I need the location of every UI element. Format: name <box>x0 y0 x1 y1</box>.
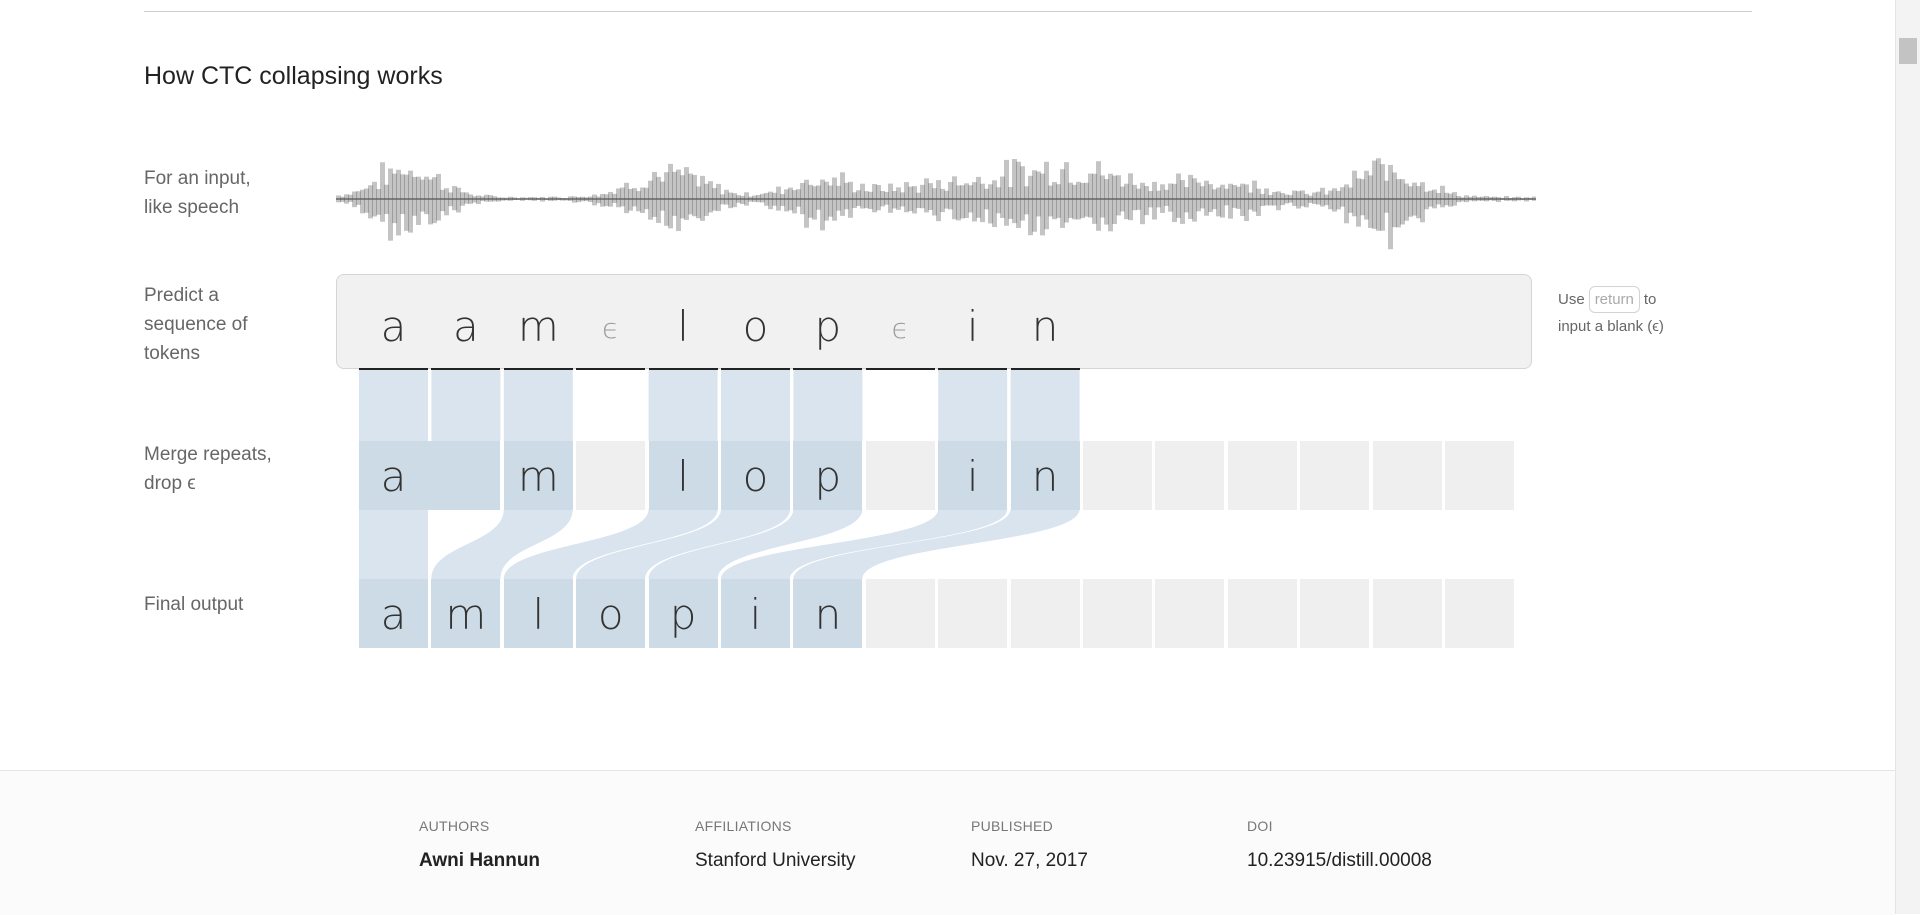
output-cell <box>1083 579 1152 648</box>
merged-token: i <box>966 452 979 501</box>
input-token: a <box>453 302 479 351</box>
doi-block: DOI 10.23915/distill.00008 <box>1247 818 1432 872</box>
author-name[interactable]: Awni Hannun <box>419 850 540 872</box>
output-token: p <box>669 590 697 639</box>
token-underline <box>793 368 863 370</box>
token-underline <box>938 368 1008 370</box>
token-to-merge-flow <box>431 370 501 441</box>
output-cell <box>865 579 935 648</box>
published-date: Nov. 27, 2017 <box>971 850 1088 871</box>
output-token: a <box>380 590 407 639</box>
published-label: PUBLISHED <box>971 818 1054 834</box>
merged-token: o <box>742 452 769 501</box>
token-underline <box>359 368 428 370</box>
article-footer <box>0 770 1895 915</box>
output-cell <box>1300 579 1370 648</box>
authors-block: AUTHORS Awni Hannun <box>419 818 540 872</box>
published-block: PUBLISHED Nov. 27, 2017 <box>971 818 1088 872</box>
output-token: n <box>814 590 842 639</box>
output-token: l <box>532 590 545 639</box>
output-cell <box>1155 579 1225 648</box>
input-token: m <box>517 302 559 351</box>
output-cell <box>1227 579 1297 648</box>
input-token: p <box>814 302 842 351</box>
token-to-merge-flow <box>793 370 863 441</box>
merged-token: n <box>1031 452 1059 501</box>
merged-cell <box>1372 441 1442 510</box>
merged-cell <box>1083 441 1152 510</box>
merged-cell <box>576 441 646 510</box>
token-to-merge-flow <box>359 370 428 441</box>
token-to-merge-flow <box>503 370 573 441</box>
token-underline <box>576 368 646 370</box>
doi-label: DOI <box>1247 818 1273 834</box>
input-token: a <box>380 302 407 351</box>
token-to-merge-flow <box>648 370 718 441</box>
token-underline <box>431 368 501 370</box>
output-cell <box>938 579 1008 648</box>
scrollbar-thumb[interactable] <box>1899 38 1917 64</box>
merged-token: m <box>517 452 559 501</box>
token-underline <box>865 368 935 370</box>
merged-token: p <box>814 452 842 501</box>
authors-label: AUTHORS <box>419 818 490 834</box>
token-underline <box>648 368 718 370</box>
input-token: ϵ <box>602 312 620 345</box>
merged-token: l <box>677 452 689 501</box>
merged-cell <box>865 441 935 510</box>
merge-to-output-flow <box>359 509 428 579</box>
affiliations-label: AFFILIATIONS <box>695 818 792 834</box>
merged-cell <box>1300 441 1370 510</box>
token-underline <box>1010 368 1080 370</box>
output-token: m <box>445 590 487 639</box>
token-to-merge-flow <box>1010 370 1080 441</box>
output-token: o <box>597 590 624 639</box>
output-cell <box>1445 579 1514 648</box>
token-to-merge-flow <box>938 370 1008 441</box>
input-token: n <box>1031 302 1059 351</box>
merged-token: a <box>380 452 407 501</box>
output-cell <box>1010 579 1080 648</box>
merged-cell <box>431 441 501 510</box>
affiliations-block: AFFILIATIONS Stanford University <box>695 818 856 872</box>
merged-cell <box>1445 441 1514 510</box>
affiliation-name[interactable]: Stanford University <box>695 850 856 872</box>
token-underline <box>503 368 573 370</box>
page-scrollbar[interactable] <box>1895 0 1920 914</box>
input-token: i <box>966 302 979 351</box>
token-to-merge-flow <box>721 370 790 441</box>
output-cell <box>1372 579 1442 648</box>
input-token: o <box>742 302 769 351</box>
doi-link[interactable]: 10.23915/distill.00008 <box>1247 850 1432 872</box>
merge-bridge <box>428 441 432 510</box>
merged-cell <box>1227 441 1297 510</box>
token-underline <box>721 368 790 370</box>
input-token: l <box>677 302 689 351</box>
merged-cell <box>1155 441 1225 510</box>
input-token: ϵ <box>891 312 909 345</box>
output-token: i <box>749 590 762 639</box>
